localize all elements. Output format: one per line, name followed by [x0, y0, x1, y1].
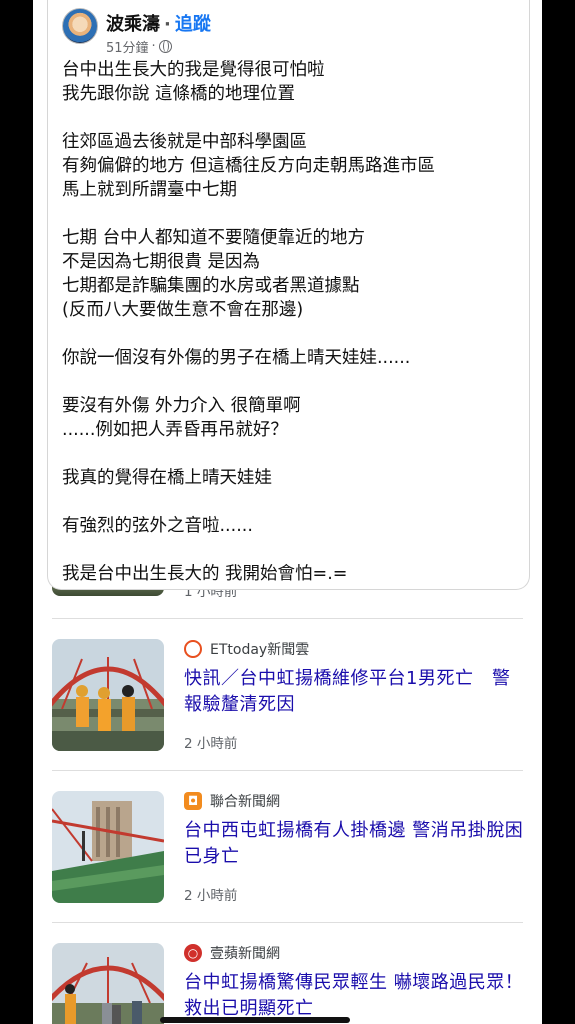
udn-icon: ◘: [184, 792, 202, 810]
source-name: ETtoday新聞雲: [210, 642, 310, 658]
post-text-line: 要沒有外傷 外力介入 很簡單啊: [62, 396, 301, 416]
post-author-line: 波乘濤 · 追蹤: [106, 10, 211, 36]
ettoday-icon: [184, 640, 202, 658]
source-name: 聯合新聞網: [210, 794, 280, 810]
post-text-line: ......例如把人弄昏再吊就好？: [62, 420, 288, 440]
news-source: ◘ 聯合新聞網: [184, 791, 280, 811]
news-thumbnail: [52, 943, 164, 1024]
facebook-post: 波乘濤 · 追蹤 51分鐘 · 台中出生長大的我是覺得很可怕啦 我先跟你說 這條橋的地…: [47, 0, 530, 590]
avatar[interactable]: [62, 8, 98, 44]
post-text-line: 我真的覺得在橋上晴天娃娃: [62, 468, 272, 488]
news-item[interactable]: ○ 壹蘋新聞網 台中虹揚橋驚傳民眾輕生 嚇壞路過民眾！救出已明顯死亡: [52, 922, 523, 1024]
post-meta: 51分鐘 ·: [106, 37, 172, 56]
news-item[interactable]: ◘ 聯合新聞網 台中西屯虹揚橋有人掛橋邊 警消吊掛脫困已身亡 2 小時前: [52, 770, 523, 920]
post-text-line: 不是因為七期很貴 是因為: [62, 252, 261, 272]
news-headline[interactable]: 台中西屯虹揚橋有人掛橋邊 警消吊掛脫困已身亡: [184, 818, 524, 870]
post-text-line: 有強烈的弦外之音啦......: [62, 516, 253, 536]
post-text-line: 馬上就到所謂臺中七期: [62, 180, 237, 200]
post-text-line: 往郊區過去後就是中部科學園區: [62, 132, 307, 152]
post-text-line: 七期 台中人都知道不要隨便靠近的地方: [62, 228, 366, 248]
post-text-line: 你說一個沒有外傷的男子在橋上晴天娃娃......: [62, 348, 411, 368]
news-item[interactable]: ETtoday新聞雲 快訊／台中虹揚橋維修平台1男死亡 警報驗釐清死因 2 小時…: [52, 618, 523, 768]
post-header: 波乘濤 · 追蹤 51分鐘 ·: [62, 6, 502, 56]
follow-button[interactable]: 追蹤: [175, 14, 211, 35]
news-headline[interactable]: 台中虹揚橋驚傳民眾輕生 嚇壞路過民眾！救出已明顯死亡: [184, 970, 524, 1022]
meta-separator: ·: [151, 39, 156, 54]
news-source: ETtoday新聞雲: [184, 639, 309, 659]
post-text-line: (反而八大要做生意不會在那邊): [62, 300, 304, 320]
post-text-line: 我先跟你說 這條橋的地理位置: [62, 84, 296, 104]
globe-icon: [158, 40, 172, 53]
post-text-line: 七期都是詐騙集團的水房或者黑道據點: [62, 276, 360, 296]
news-time: 2 小時前: [184, 888, 238, 904]
news-headline[interactable]: 快訊／台中虹揚橋維修平台1男死亡 警報驗釐清死因: [184, 666, 524, 718]
news-thumbnail: [52, 791, 164, 903]
post-text-line: 台中出生長大的我是覺得很可怕啦: [62, 60, 325, 80]
news-thumbnail: [52, 639, 164, 751]
post-text: 台中出生長大的我是覺得很可怕啦 我先跟你說 這條橋的地理位置 往郊區過去後就是中部科…: [62, 58, 522, 586]
home-indicator[interactable]: [160, 1017, 350, 1023]
author-name[interactable]: 波乘濤: [106, 14, 160, 35]
source-name: 壹蘋新聞網: [210, 946, 280, 962]
post-text-line: 有夠偏僻的地方 但這橋往反方向走朝馬路進市區: [62, 156, 436, 176]
screen: 1 小時前 波乘濤 · 追蹤 51分鐘 · 台中出生長大的我是覺得很可怕啦 我先跟你說…: [33, 0, 542, 1024]
news-source: ○ 壹蘋新聞網: [184, 943, 280, 963]
post-text-line: 我是台中出生長大的 我開始會怕=.=: [62, 564, 348, 584]
news-time: 2 小時前: [184, 736, 238, 752]
nextapple-icon: ○: [184, 944, 202, 962]
separator: ·: [164, 14, 171, 35]
post-time[interactable]: 51分鐘: [106, 37, 149, 56]
